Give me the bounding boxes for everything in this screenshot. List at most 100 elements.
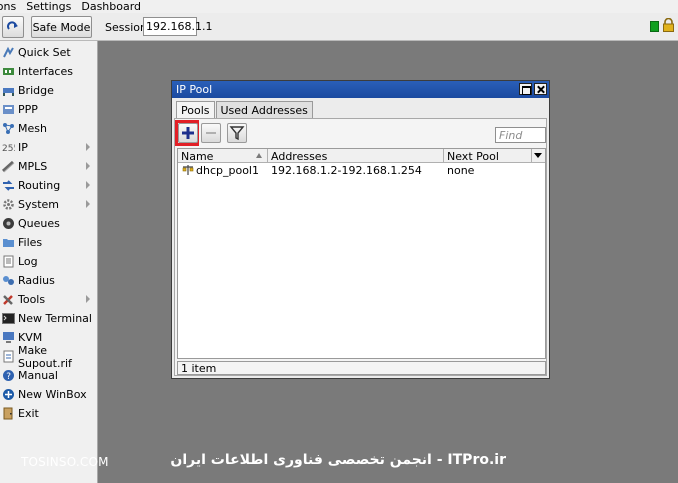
lock-icon [663, 18, 674, 32]
sidebar-item-mpls[interactable]: MPLS [0, 157, 98, 176]
sidebar-item-manual[interactable]: ? Manual [0, 366, 98, 385]
remove-button[interactable] [201, 123, 221, 143]
sidebar-item-interfaces[interactable]: Interfaces [0, 62, 98, 81]
cell-name: dhcp_pool1 [196, 164, 259, 177]
ppp-icon [3, 105, 14, 114]
submenu-arrow-icon [86, 295, 90, 303]
item-count: 1 item [181, 362, 217, 375]
column-header-addresses[interactable]: Addresses [268, 149, 444, 163]
sidebar-item-files[interactable]: Files [0, 233, 98, 252]
pools-table: Name Addresses Next Pool dhcp_pool1 192.… [177, 148, 546, 359]
interfaces-icon [3, 68, 14, 75]
queues-icon [3, 218, 14, 229]
sidebar-item-system[interactable]: System [0, 195, 98, 214]
redo-icon [7, 21, 18, 30]
cell-addresses: 192.168.1.2-192.168.1.254 [271, 164, 422, 177]
sidebar-item-label: Routing [18, 179, 61, 192]
svg-text:255: 255 [2, 144, 15, 154]
exit-icon [3, 407, 13, 420]
column-header-next-pool[interactable]: Next Pool [444, 149, 532, 163]
mpls-icon [2, 160, 15, 173]
sidebar-item-label: Exit [18, 407, 39, 420]
sidebar-item-ip[interactable]: 255 IP [0, 138, 98, 157]
sidebar-item-tools[interactable]: Tools [0, 290, 98, 309]
safe-mode-button[interactable]: Safe Mode [31, 16, 92, 38]
sidebar-item-exit[interactable]: Exit [0, 404, 98, 423]
cell-next-pool: none [447, 164, 475, 177]
menu-settings[interactable]: Settings [26, 0, 71, 13]
sidebar-item-make-supout[interactable]: Make Supout.rif [0, 344, 98, 370]
mesh-icon [3, 123, 14, 134]
radius-icon [3, 276, 14, 285]
sidebar-item-label: MPLS [18, 160, 48, 173]
add-button[interactable] [178, 123, 198, 143]
plus-icon [182, 127, 194, 139]
session-input[interactable]: 192.168.1.1 [143, 17, 212, 36]
maximize-icon[interactable] [519, 83, 532, 95]
sidebar: Quick Set Interfaces Bridge PPP Mesh 255… [0, 41, 98, 483]
terminal-icon [2, 313, 15, 324]
sidebar-item-new-winbox[interactable]: New WinBox [0, 385, 98, 404]
sidebar-item-bridge[interactable]: Bridge [0, 81, 98, 100]
close-icon[interactable] [534, 83, 547, 95]
sidebar-item-label: System [18, 198, 60, 211]
sidebar-item-label: New Terminal [18, 312, 92, 325]
watermark-itpro: ITPro.ir - انجمن تخصصی فناوری اطلاعات ای… [170, 452, 506, 468]
sidebar-item-label: Quick Set [18, 46, 71, 59]
menu-sessions[interactable]: sions [0, 0, 16, 13]
sidebar-item-label: Bridge [18, 84, 54, 97]
sidebar-item-radius[interactable]: Radius [0, 271, 98, 290]
log-icon [3, 255, 14, 268]
sidebar-item-mesh[interactable]: Mesh [0, 119, 98, 138]
kvm-icon [3, 332, 14, 343]
connection-status-icon [650, 21, 659, 32]
watermark-tosinso: TOSINSO.COM [21, 455, 109, 469]
pools-panel: Find Name Addresses Next Pool dhcp_pool1… [174, 118, 547, 376]
menu-bar: sions Settings Dashboard [0, 0, 678, 13]
table-row[interactable]: dhcp_pool1 192.168.1.2-192.168.1.254 non… [178, 163, 545, 177]
sidebar-item-label: Radius [18, 274, 55, 287]
submenu-arrow-icon [86, 143, 90, 151]
tab-bar: Pools Used Addresses [176, 101, 314, 120]
supout-icon [3, 350, 14, 363]
sidebar-item-new-terminal[interactable]: New Terminal [0, 309, 98, 328]
sidebar-item-label: Tools [18, 293, 46, 306]
bridge-icon [3, 88, 14, 96]
submenu-arrow-icon [86, 162, 90, 170]
filter-icon [229, 126, 245, 141]
manual-icon: ? [3, 370, 14, 382]
ip-icon: 255 [2, 144, 15, 154]
find-input[interactable]: Find [495, 127, 546, 143]
table-header: Name Addresses Next Pool [178, 149, 545, 163]
sort-ascending-icon [256, 153, 262, 158]
quick-set-icon [3, 46, 14, 58]
sidebar-item-label: Mesh [18, 122, 47, 135]
sidebar-item-label: PPP [18, 103, 38, 116]
ip-pool-window: IP Pool Pools Used Addresses Find Name A… [171, 80, 550, 379]
sidebar-item-log[interactable]: Log [0, 252, 98, 271]
sidebar-item-label: Interfaces [18, 65, 73, 78]
tools-icon [3, 295, 13, 305]
window-title-bar[interactable]: IP Pool [172, 81, 549, 98]
filter-button[interactable] [227, 123, 247, 143]
submenu-arrow-icon [86, 200, 90, 208]
sidebar-item-queues[interactable]: Queues [0, 214, 98, 233]
sidebar-item-routing[interactable]: Routing [0, 176, 98, 195]
tab-used-addresses[interactable]: Used Addresses [215, 101, 313, 119]
column-menu-chevron-down-icon[interactable] [532, 149, 545, 163]
window-title: IP Pool [176, 83, 213, 96]
system-icon [3, 199, 14, 210]
sidebar-item-label: Manual [18, 369, 58, 382]
status-bar: 1 item [177, 361, 546, 375]
toolbar: Safe Mode Session: 192.168.1.1 [0, 13, 678, 41]
menu-dashboard[interactable]: Dashboard [81, 0, 141, 13]
column-header-name[interactable]: Name [178, 149, 268, 163]
sidebar-item-ppp[interactable]: PPP [0, 100, 98, 119]
routing-icon [3, 180, 14, 191]
sidebar-item-label: IP [18, 141, 28, 154]
files-icon [3, 239, 14, 247]
sidebar-item-label: New WinBox [18, 388, 87, 401]
redo-button[interactable] [2, 16, 24, 38]
sidebar-item-quick-set[interactable]: Quick Set [0, 43, 98, 62]
minus-icon [206, 132, 216, 134]
